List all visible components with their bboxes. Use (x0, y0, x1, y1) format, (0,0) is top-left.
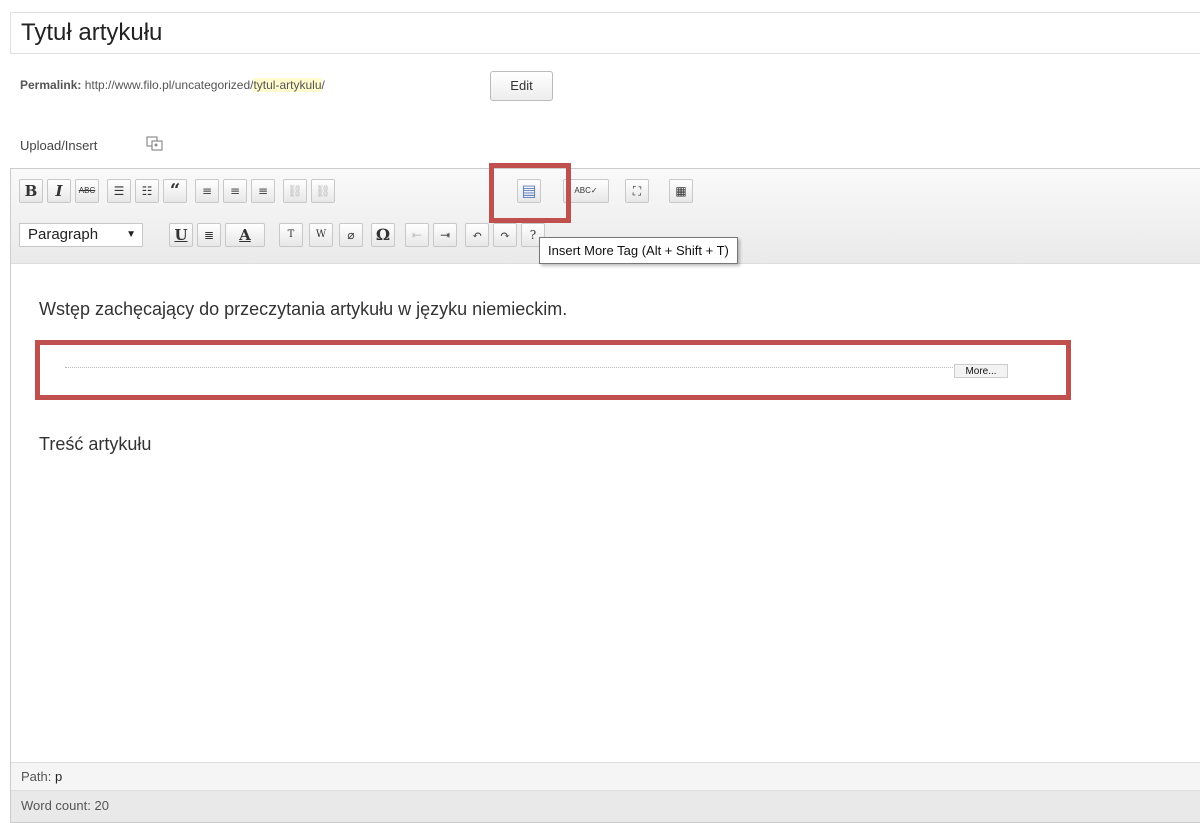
bold-button[interactable]: B (19, 179, 43, 203)
numbered-list-button[interactable]: ☷ (135, 179, 159, 203)
strikethrough-button[interactable]: ABC (75, 179, 99, 203)
path-value[interactable]: p (55, 769, 62, 784)
title-field[interactable]: Tytuł artykułu (10, 12, 1200, 54)
format-select[interactable]: Paragraph ▼ (19, 223, 143, 247)
more-tag-highlight (35, 340, 1071, 400)
title-input[interactable]: Tytuł artykułu (21, 19, 162, 47)
outdent-button[interactable]: ⇤ (405, 223, 429, 247)
indent-button[interactable]: ⇥ (433, 223, 457, 247)
format-select-value: Paragraph (28, 226, 99, 243)
blockquote-button[interactable]: “ (163, 179, 187, 203)
permalink-label: Permalink: (20, 78, 82, 92)
permalink-base: http://www.filo.pl/uncategorized/ (84, 78, 254, 92)
permalink: Permalink: http://www.filo.pl/uncategori… (20, 78, 325, 92)
intro-paragraph[interactable]: Wstęp zachęcający do przeczytania artyku… (39, 299, 567, 320)
body-paragraph[interactable]: Treść artykułu (39, 434, 151, 455)
editor: B I ABC ☰ ☷ “ ≡ ≡ ≡ ⛓ ⛓ ▤ ABC✓ ⛶ ▦ Parag… (10, 163, 1200, 823)
paste-text-button[interactable]: T (279, 223, 303, 247)
more-button-highlight (489, 163, 571, 223)
paste-word-button[interactable]: W (309, 223, 333, 247)
align-left-button[interactable]: ≡ (195, 179, 219, 203)
text-color-button[interactable]: A (225, 223, 265, 247)
remove-link-button[interactable]: ⛓ (311, 179, 335, 203)
special-char-button[interactable]: Ω (371, 223, 395, 247)
chevron-down-icon: ▼ (126, 229, 136, 240)
edit-permalink-button[interactable]: Edit (490, 71, 553, 101)
path-bar: Path: p (11, 762, 1200, 790)
undo-button[interactable]: ↶ (465, 223, 489, 247)
insert-link-button[interactable]: ⛓ (283, 179, 307, 203)
permalink-suffix: / (321, 78, 325, 92)
align-center-button[interactable]: ≡ (223, 179, 247, 203)
editor-content[interactable]: Wstęp zachęcający do przeczytania artyku… (11, 264, 1200, 751)
tooltip: Insert More Tag (Alt + Shift + T) (539, 237, 738, 264)
permalink-slug[interactable]: tytul-artykulu (253, 78, 322, 92)
justify-button[interactable]: ≣ (197, 223, 221, 247)
redo-button[interactable]: ↷ (493, 223, 517, 247)
upload-insert-label: Upload/Insert (20, 138, 98, 153)
media-upload-icon[interactable] (146, 136, 164, 152)
kitchen-sink-button[interactable]: ▦ (669, 179, 693, 203)
underline-button[interactable]: U (169, 223, 193, 247)
editor-toolbar: B I ABC ☰ ☷ “ ≡ ≡ ≡ ⛓ ⛓ ▤ ABC✓ ⛶ ▦ Parag… (11, 163, 1200, 264)
bullet-list-button[interactable]: ☰ (107, 179, 131, 203)
align-right-button[interactable]: ≡ (251, 179, 275, 203)
word-count: Word count: 20 (11, 790, 1200, 822)
path-label: Path: (21, 769, 52, 784)
remove-format-button[interactable]: ⌀ (339, 223, 363, 247)
fullscreen-button[interactable]: ⛶ (625, 179, 649, 203)
italic-button[interactable]: I (47, 179, 71, 203)
